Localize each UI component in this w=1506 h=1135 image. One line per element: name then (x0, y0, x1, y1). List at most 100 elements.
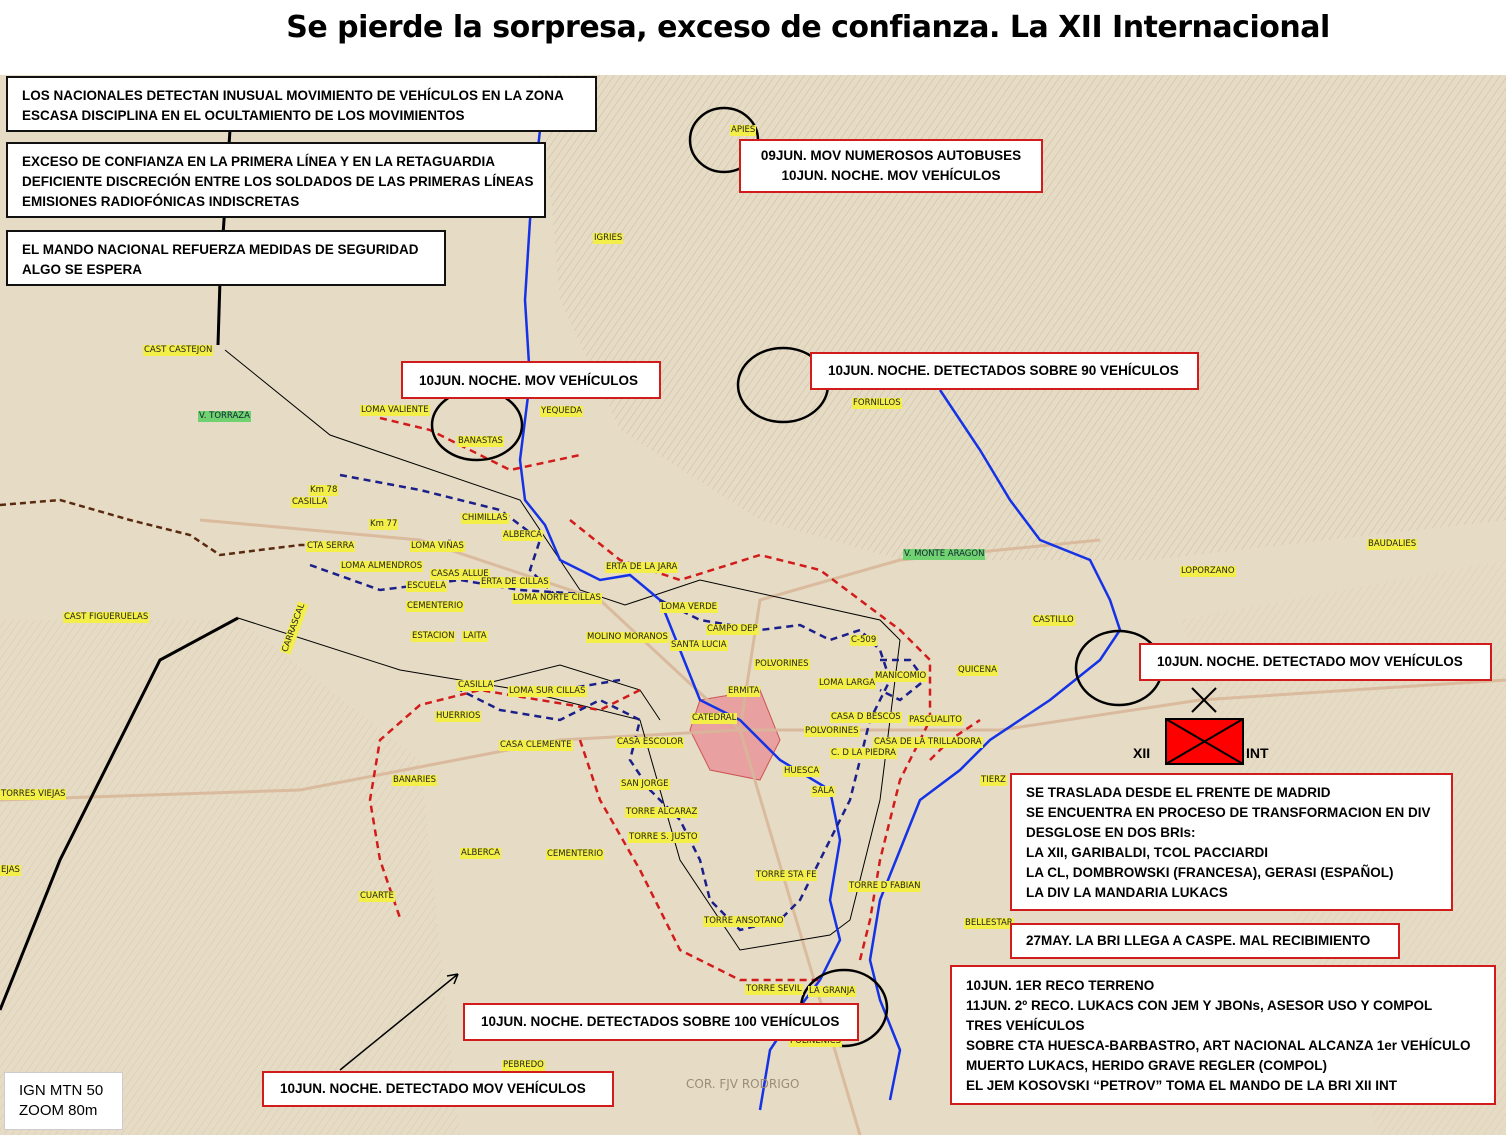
place-label: CASTILLO (1032, 615, 1075, 626)
place-label: TORRE D FABIAN (848, 881, 922, 892)
intel-box-security: EL MANDO NACIONAL REFUERZA MEDIDAS DE SE… (6, 230, 446, 286)
unit-label-right: INT (1246, 745, 1269, 761)
event-line: 10JUN. NOCHE. DETECTADO MOV VEHÍCULOS (1157, 654, 1463, 669)
place-label: ALBERCA (502, 530, 543, 541)
place-label: C-509 (850, 635, 878, 646)
intel-line: DEFICIENTE DISCRECIÓN ENTRE LOS SOLDADOS… (22, 174, 534, 189)
place-label: LOMA ALMENDROS (340, 561, 424, 572)
place-label: PEBREDO (502, 1060, 545, 1071)
place-label: ESCUELA (406, 581, 448, 592)
map-source-box: IGN MTN 50 ZOOM 80m (4, 1072, 123, 1130)
intel-box-overconfidence: EXCESO DE CONFIANZA EN LA PRIMERA LÍNEA … (6, 142, 546, 218)
place-label: CEMENTERIO (546, 849, 605, 860)
place-label: SANTA LUCIA (670, 640, 728, 651)
reco-box: 10JUN. 1ER RECO TERRENO 11JUN. 2º RECO. … (950, 965, 1496, 1105)
brigade-line: DESGLOSE EN DOS BRIs: (1026, 825, 1196, 840)
reco-line: 11JUN. 2º RECO. LUKACS CON JEM Y JBONs, … (966, 998, 1433, 1013)
place-label: CASA DE LA TRILLADORA (873, 737, 983, 748)
reco-line: 10JUN. 1ER RECO TERRENO (966, 978, 1155, 993)
infantry-unit-icon (1165, 718, 1244, 765)
place-label: MANICOMIO (874, 671, 928, 682)
place-label: POLVORINES (754, 659, 810, 670)
event-box-south: 10JUN. NOCHE. DETECTADO MOV VEHÍCULOS (262, 1071, 614, 1107)
place-label: ERMITA (727, 686, 761, 697)
place-label: FORNILLOS (852, 398, 902, 409)
event-line: 09JUN. MOV NUMEROSOS AUTOBUSES (760, 148, 1022, 163)
place-label: SALA (811, 786, 836, 797)
brigade-line: SE ENCUENTRA EN PROCESO DE TRANSFORMACIO… (1026, 805, 1431, 820)
place-label: CEMENTERIO (406, 601, 465, 612)
place-label: SAN JORGE (620, 779, 670, 790)
place-label: ALBERCA (460, 848, 501, 859)
place-label: C. D LA PIEDRA (830, 748, 897, 759)
place-label: TIERZ (980, 775, 1007, 786)
place-label: QUICENA (957, 665, 998, 676)
intel-line: ESCASA DISCIPLINA EN EL OCULTAMIENTO DE … (22, 108, 465, 123)
place-label: CAMPO DEP (706, 624, 759, 635)
event-line: 10JUN. NOCHE. DETECTADOS SOBRE 90 VEHÍCU… (828, 363, 1179, 378)
intel-line: EL MANDO NACIONAL REFUERZA MEDIDAS DE SE… (22, 242, 419, 257)
place-label: CTA SERRA (306, 541, 356, 552)
place-label: CUARTE (359, 891, 395, 902)
event-box-granja: 10JUN. NOCHE. DETECTADOS SOBRE 100 VEHÍC… (463, 1003, 859, 1041)
event-line: 10JUN. NOCHE. DETECTADO MOV VEHÍCULOS (280, 1081, 586, 1096)
place-label: Km 78 (309, 485, 339, 496)
event-box-apies: 09JUN. MOV NUMEROSOS AUTOBUSES 10JUN. NO… (739, 139, 1043, 193)
place-label: LOPORZANO (1180, 566, 1236, 577)
place-label: V. MONTE ARAGON (903, 549, 986, 560)
intel-line: LOS NACIONALES DETECTAN INUSUAL MOVIMIEN… (22, 88, 564, 103)
place-label: LOMA VIÑAS (410, 541, 465, 552)
caspe-line: 27MAY. LA BRI LLEGA A CASPE. MAL RECIBIM… (1026, 933, 1371, 948)
brigade-line: LA CL, DOMBROWSKI (FRANCESA), GERASI (ES… (1026, 865, 1394, 880)
place-label: CASA ESCOLOR (616, 737, 685, 748)
place-label: Km 77 (369, 519, 399, 530)
brigade-line: LA DIV LA MANDARIA LUKACS (1026, 885, 1228, 900)
place-label: CATEDRAL (691, 713, 738, 724)
intel-line: EXCESO DE CONFIANZA EN LA PRIMERA LÍNEA … (22, 154, 496, 169)
intel-line: ALGO SE ESPERA (22, 262, 143, 277)
brigade-info-box: SE TRASLADA DESDE EL FRENTE DE MADRID SE… (1010, 773, 1453, 911)
place-label: LAITA (462, 631, 488, 642)
reco-line: TRES VEHÍCULOS (966, 1018, 1085, 1033)
intel-line: EMISIONES RADIOFÓNICAS INDISCRETAS (22, 194, 300, 209)
brigade-line: SE TRASLADA DESDE EL FRENTE DE MADRID (1026, 785, 1331, 800)
place-label: TORRE STA FE (755, 870, 818, 881)
event-box-castillo: 10JUN. NOCHE. DETECTADO MOV VEHÍCULOS (1139, 643, 1492, 681)
place-label: LOMA SUR CILLAS (508, 686, 587, 697)
place-label: BANARIES (392, 775, 437, 786)
intel-box-vehicle-movement: LOS NACIONALES DETECTAN INUSUAL MOVIMIEN… (6, 76, 597, 132)
close-x-icon (1191, 687, 1217, 713)
reco-line: SOBRE CTA HUESCA-BARBASTRO, ART NACIONAL… (966, 1038, 1471, 1053)
author-watermark: COR. FJV RODRIGO (686, 1077, 800, 1091)
place-label: CASILLA (457, 680, 495, 691)
event-box-fornillos: 10JUN. NOCHE. DETECTADOS SOBRE 90 VEHÍCU… (810, 352, 1199, 390)
place-label: CAST CASTEJON (143, 345, 214, 356)
unit-label-left: XII (1133, 745, 1151, 761)
place-label: HUERRIOS (435, 711, 482, 722)
reco-line: EL JEM KOSOVSKI “PETROV” TOMA EL MANDO D… (966, 1078, 1398, 1093)
event-box-banastas: 10JUN. NOCHE. MOV VEHÍCULOS (401, 361, 661, 399)
map-source-line: ZOOM 80m (19, 1102, 98, 1119)
event-line: 10JUN. NOCHE. MOV VEHÍCULOS (419, 373, 639, 388)
map-source-line: IGN MTN 50 (19, 1082, 104, 1099)
place-label: ERTA DE LA JARA (605, 562, 679, 573)
place-label: LOMA LARGA (818, 678, 877, 689)
page-title: Se pierde la sorpresa, exceso de confian… (286, 10, 1330, 45)
event-line: 10JUN. NOCHE. MOV VEHÍCULOS (781, 168, 1001, 183)
place-label: MOLINO MORANOS (586, 632, 669, 643)
place-label: TORRE S. JUSTO (628, 832, 699, 843)
place-label: POLVORINES (804, 726, 860, 737)
place-label: BANASTAS (457, 436, 504, 447)
place-label: ESTACION (411, 631, 456, 642)
place-label: CASA CLEMENTE (499, 740, 573, 751)
place-label: V. TORRAZA (198, 411, 251, 422)
place-label: PASCUALITO (908, 715, 963, 726)
place-label: TORRE ANSOTANO (703, 916, 785, 927)
place-label: CHIMILLAS (461, 513, 509, 524)
brigade-line: LA XII, GARIBALDI, TCOL PACCIARDI (1026, 845, 1268, 860)
place-label: TORRE SEVIL (745, 984, 803, 995)
place-label: EJAS (0, 865, 21, 876)
place-label: APIES (730, 125, 757, 136)
place-label: IGRIES (593, 233, 624, 244)
place-label: CASILLA (291, 497, 329, 508)
